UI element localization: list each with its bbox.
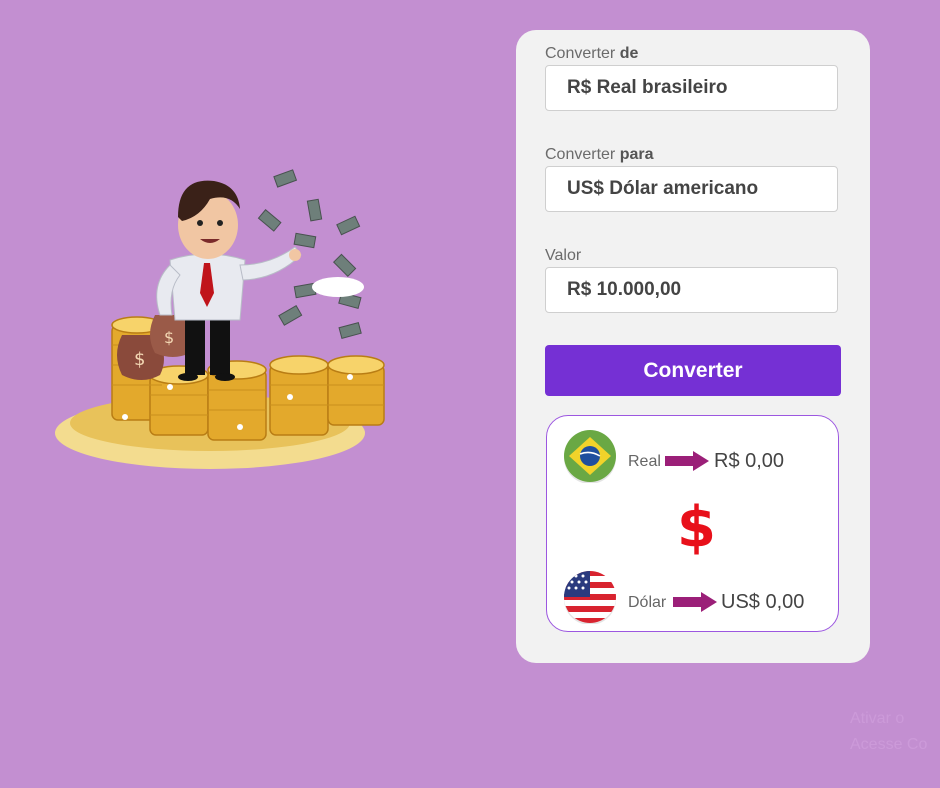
from-currency-select[interactable]: R$ Real brasileiro [545, 65, 838, 111]
amount-input[interactable]: R$ 10.000,00 [545, 267, 838, 313]
amount-value: R$ 10.000,00 [567, 279, 682, 300]
from-currency-label: Converter de [545, 45, 639, 62]
dollar-sign-icon: $ [677, 495, 716, 560]
arrow-right-icon [665, 451, 709, 471]
arrow-right-icon [673, 592, 717, 612]
convert-button[interactable]: Converter [545, 345, 841, 396]
to-currency-select[interactable]: US$ Dólar americano [545, 166, 838, 212]
from-result-value: R$ 0,00 [714, 450, 785, 472]
svg-text:$: $ [164, 328, 174, 347]
from-currency-value: R$ Real brasileiro [567, 77, 728, 98]
to-currency-value: US$ Dólar americano [567, 178, 759, 199]
usa-flag-icon [564, 571, 616, 624]
svg-text:$: $ [134, 349, 145, 370]
businessman-with-coins-illustration: $ $ [55, 169, 385, 469]
brazil-flag-icon [564, 430, 616, 483]
activation-watermark: Ativar o Acesse Co [850, 710, 928, 753]
result-panel: Real R$ 0,00 $ Dólar US$ 0,00 [546, 415, 839, 632]
to-currency-label: Converter para [545, 146, 654, 163]
from-currency-result-label: Real [628, 453, 661, 470]
amount-label: Valor [545, 247, 582, 264]
to-result-value: US$ 0,00 [721, 591, 805, 613]
to-currency-result-label: Dólar [628, 594, 667, 611]
converter-card: Converter de R$ Real brasileiro Converte… [516, 30, 870, 663]
